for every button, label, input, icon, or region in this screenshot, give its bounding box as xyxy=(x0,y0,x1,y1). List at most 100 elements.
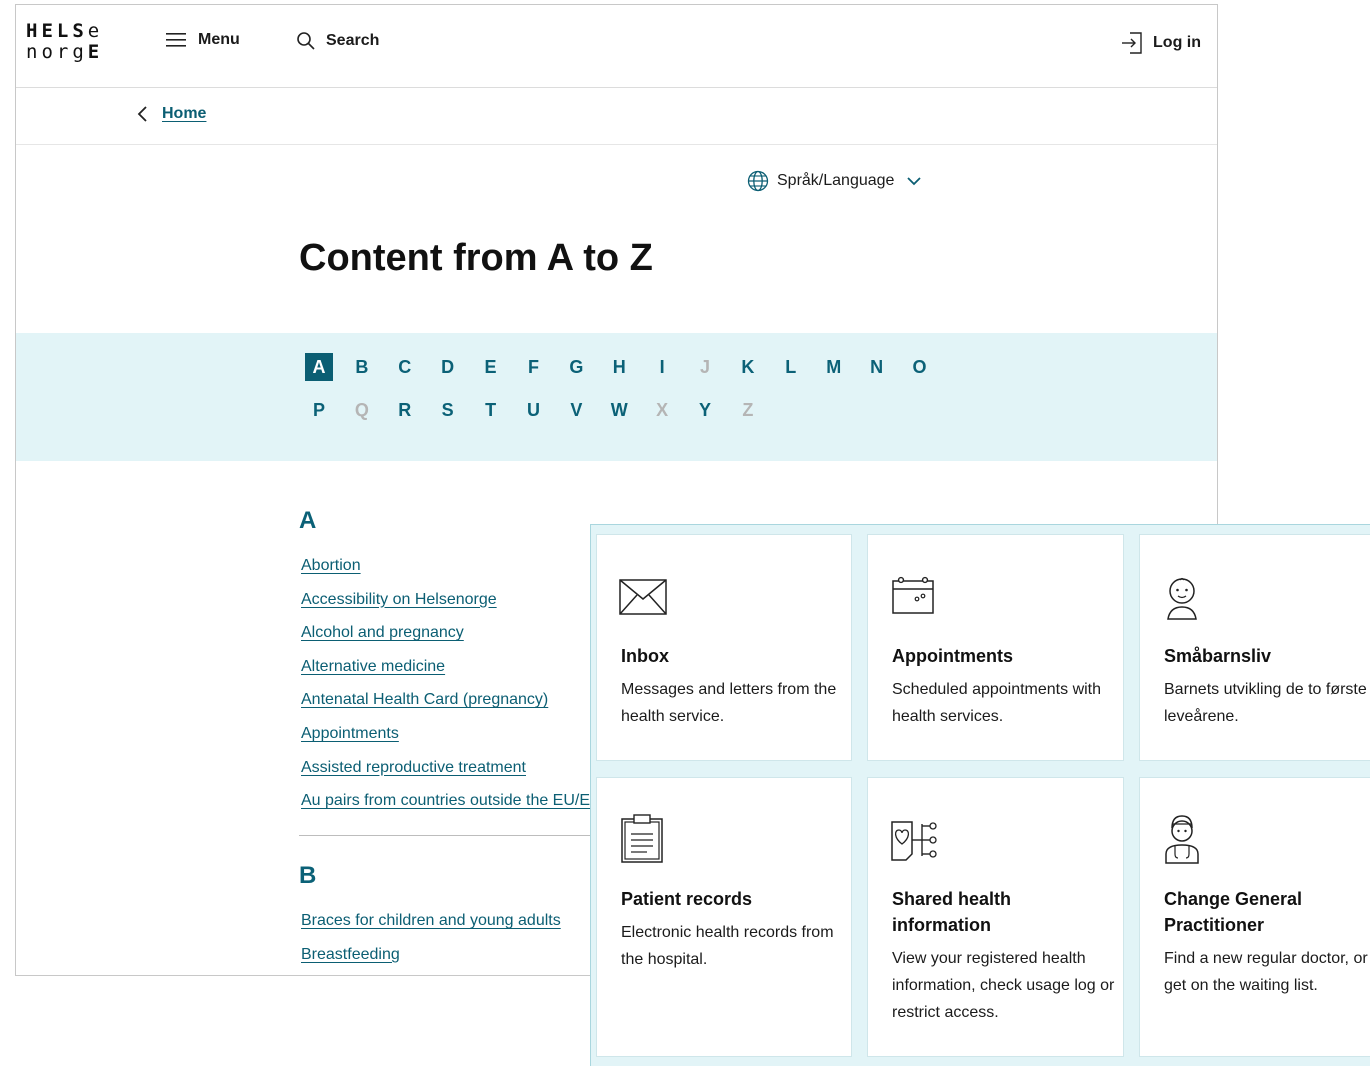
card-title: Patient records xyxy=(621,889,753,909)
letter-y[interactable]: Y xyxy=(691,396,719,424)
card-patient-records[interactable]: Patient records Electronic health record… xyxy=(596,777,852,1057)
card-smabarnsliv[interactable]: Småbarnsliv Barnets utvikling de to førs… xyxy=(1139,534,1370,761)
alphabet-nav: ABCDEFGHI J KLMNO PQ RSTUVW X Y Z xyxy=(16,333,1217,461)
section-a-links: Abortion Accessibility on Helsenorge Alc… xyxy=(301,557,611,826)
letter-z: Z xyxy=(742,399,754,420)
letter-q: Q xyxy=(354,399,369,420)
letter-d[interactable]: D xyxy=(434,353,462,381)
chevron-left-icon[interactable] xyxy=(136,105,150,123)
baby-icon xyxy=(1167,577,1197,620)
az-link[interactable]: Braces for children and young adults xyxy=(301,912,561,929)
card-title: Inbox xyxy=(621,646,669,666)
list-item: Alternative medicine xyxy=(301,658,611,692)
page-title: Content from A to Z xyxy=(299,237,653,279)
list-item: Au pairs from countries outside the EU/E… xyxy=(301,792,611,826)
az-link[interactable]: Accessibility on Helsenorge xyxy=(301,591,497,608)
letter-m[interactable]: M xyxy=(820,353,848,381)
az-link[interactable]: Abortion xyxy=(301,557,361,574)
menu-label: Menu xyxy=(198,31,240,48)
globe-icon xyxy=(747,170,769,192)
card-inbox[interactable]: Inbox Messages and letters from the heal… xyxy=(596,534,852,761)
breadcrumb: Home xyxy=(136,105,206,123)
card-description: Electronic health records from the hospi… xyxy=(621,924,834,968)
section-heading-b: B xyxy=(299,862,317,889)
letter-r[interactable]: R xyxy=(391,396,419,424)
card-description: View your registered health information,… xyxy=(892,950,1115,1021)
list-item: Braces for children and young adults xyxy=(301,912,561,946)
site-header: HELSe norgE Menu Search Log in xyxy=(16,5,1217,88)
section-heading-a: A xyxy=(299,507,317,534)
az-link[interactable]: Alcohol and pregnancy xyxy=(301,624,464,641)
letter-h[interactable]: H xyxy=(605,353,633,381)
letter-v[interactable]: V xyxy=(562,396,590,424)
breadcrumb-bar: Home xyxy=(16,88,1217,145)
doctor-icon xyxy=(1165,815,1199,864)
menu-button[interactable]: Menu xyxy=(166,31,240,49)
card-description: Messages and letters from the health ser… xyxy=(621,681,837,725)
list-item: Breastfeeding xyxy=(301,946,561,975)
shared-heart-icon xyxy=(891,821,937,861)
card-change-gp[interactable]: Change General Practitioner Find a new r… xyxy=(1139,777,1370,1057)
login-button[interactable]: Log in xyxy=(1121,31,1201,55)
chevron-down-icon xyxy=(907,177,922,186)
card-title: Appointments xyxy=(892,646,1013,666)
letter-g[interactable]: G xyxy=(562,353,590,381)
search-icon xyxy=(297,32,315,50)
logo-line-1: HELSe xyxy=(26,20,104,42)
letter-x: X xyxy=(656,399,669,420)
breadcrumb-home-link[interactable]: Home xyxy=(162,105,206,123)
alphabet-letters: ABCDEFGHI J KLMNO PQ RSTUVW X Y Z xyxy=(305,353,965,424)
login-label: Log in xyxy=(1153,34,1201,51)
letter-j: J xyxy=(700,356,711,377)
card-description: Scheduled appointments with health servi… xyxy=(892,681,1102,725)
search-label: Search xyxy=(326,32,380,49)
az-link[interactable]: Au pairs from countries outside the EU/E… xyxy=(301,792,611,809)
card-appointments[interactable]: Appointments Scheduled appointments with… xyxy=(867,534,1124,761)
az-link[interactable]: Assisted reproductive treatment xyxy=(301,759,526,776)
letter-f[interactable]: F xyxy=(519,353,547,381)
card-title: Shared health information xyxy=(892,889,1012,935)
list-item: Assisted reproductive treatment xyxy=(301,759,611,793)
list-item: Abortion xyxy=(301,557,611,591)
language-label: Språk/Language xyxy=(777,172,895,189)
envelope-icon xyxy=(619,579,667,615)
card-description: Find a new regular doctor, or get on the… xyxy=(1164,950,1368,994)
letter-l[interactable]: L xyxy=(777,353,805,381)
services-cards-panel: Inbox Messages and letters from the heal… xyxy=(590,524,1370,1066)
list-item: Accessibility on Helsenorge xyxy=(301,591,611,625)
list-item: Antenatal Health Card (pregnancy) xyxy=(301,691,611,725)
card-description: Barnets utvikling de to første leveårene… xyxy=(1164,681,1367,725)
card-title: Småbarnsliv xyxy=(1164,646,1272,666)
letter-t[interactable]: T xyxy=(477,396,505,424)
letter-n[interactable]: N xyxy=(863,353,891,381)
letter-e[interactable]: E xyxy=(477,353,505,381)
list-item: Alcohol and pregnancy xyxy=(301,624,611,658)
calendar-icon xyxy=(892,576,934,614)
letter-o[interactable]: O xyxy=(905,353,933,381)
letter-i[interactable]: I xyxy=(648,353,676,381)
logo-line-2: norgE xyxy=(26,41,104,63)
login-icon xyxy=(1122,32,1142,54)
az-link[interactable]: Appointments xyxy=(301,725,399,742)
section-b-links: Braces for children and young adults Bre… xyxy=(301,912,561,975)
letter-p[interactable]: P xyxy=(305,396,333,424)
az-link[interactable]: Breastfeeding xyxy=(301,946,400,963)
list-item: Appointments xyxy=(301,725,611,759)
letter-w[interactable]: W xyxy=(605,396,633,424)
section-divider xyxy=(299,835,629,836)
letter-c[interactable]: C xyxy=(391,353,419,381)
letter-a[interactable]: A xyxy=(305,353,333,381)
helsenorge-logo[interactable]: HELSe norgE xyxy=(26,21,103,63)
card-shared-health-information[interactable]: Shared health information View your regi… xyxy=(867,777,1124,1057)
search-button[interactable]: Search xyxy=(296,31,379,51)
az-link[interactable]: Antenatal Health Card (pregnancy) xyxy=(301,691,548,708)
language-selector[interactable]: Språk/Language xyxy=(747,170,922,192)
az-link[interactable]: Alternative medicine xyxy=(301,658,445,675)
letter-u[interactable]: U xyxy=(519,396,547,424)
letter-k[interactable]: K xyxy=(734,353,762,381)
hamburger-icon xyxy=(166,33,186,47)
letter-s[interactable]: S xyxy=(434,396,462,424)
clipboard-icon xyxy=(621,814,663,863)
letter-b[interactable]: B xyxy=(348,353,376,381)
card-title: Change General Practitioner xyxy=(1164,889,1303,935)
